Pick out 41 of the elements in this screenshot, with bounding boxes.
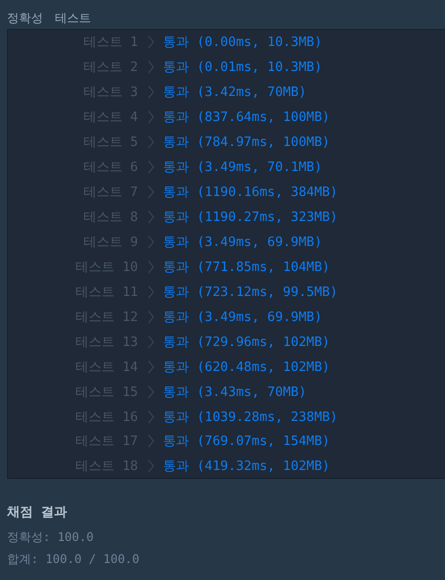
test-result: 통과 (3.42ms, 70MB) (163, 84, 306, 102)
chevron-icon (148, 35, 154, 50)
chevron-icon (148, 260, 154, 274)
test-result: 통과 (0.01ms, 10.3MB) (163, 59, 322, 76)
chevron-icon (148, 60, 154, 74)
section-title: 테스트 (55, 10, 91, 26)
test-result: 통과 (419.32ms, 102MB) (163, 458, 330, 476)
test-result: 통과 (3.43ms, 70MB) (163, 384, 306, 401)
chevron-icon (148, 459, 154, 474)
test-result: 통과 (771.85ms, 104MB) (163, 258, 330, 276)
test-result: 통과 (3.49ms, 70.1MB) (163, 159, 322, 176)
test-result: 통과 (620.48ms, 102MB) (163, 358, 330, 376)
test-result: 통과 (837.64ms, 100MB) (163, 109, 330, 126)
chevron-icon (148, 110, 154, 124)
chevron-icon (148, 334, 154, 349)
chevron-icon (148, 384, 154, 399)
test-result: 통과 (769.07ms, 154MB) (163, 433, 330, 450)
test-result: 통과 (3.49ms, 69.9MB) (163, 308, 322, 326)
chevron-icon (148, 360, 154, 374)
chevron-icon (148, 410, 154, 424)
test-result: 통과 (1039.28ms, 238MB) (163, 408, 338, 426)
chevron-icon (148, 85, 154, 100)
chevron-icon (148, 210, 154, 224)
chevron-icon (148, 185, 154, 200)
chevron-icon (148, 284, 154, 299)
chevron-icon (148, 160, 154, 174)
test-result: 통과 (0.00ms, 10.3MB) (163, 34, 322, 52)
test-result: 통과 (784.97ms, 100MB) (163, 134, 330, 152)
test-result: 통과 (1190.27ms, 323MB) (163, 209, 338, 226)
section-label: 정확성 (7, 10, 43, 26)
chevron-icon (148, 234, 154, 249)
score-line: 정확성: 100.0 (7, 529, 95, 545)
chevron-icon (148, 310, 154, 324)
chevron-icon (148, 135, 154, 150)
test-result: 통과 (729.96ms, 102MB) (163, 334, 330, 351)
test-result: 통과 (723.12ms, 99.5MB) (163, 284, 338, 301)
test-result: 통과 (1190.16ms, 384MB) (163, 184, 338, 202)
score-line: 합계: 100.0 / 100.0 (7, 551, 140, 567)
test-result: 통과 (3.49ms, 69.9MB) (163, 234, 322, 251)
chevron-icon (148, 434, 154, 448)
summary-title: 채점 결과 (7, 504, 68, 521)
